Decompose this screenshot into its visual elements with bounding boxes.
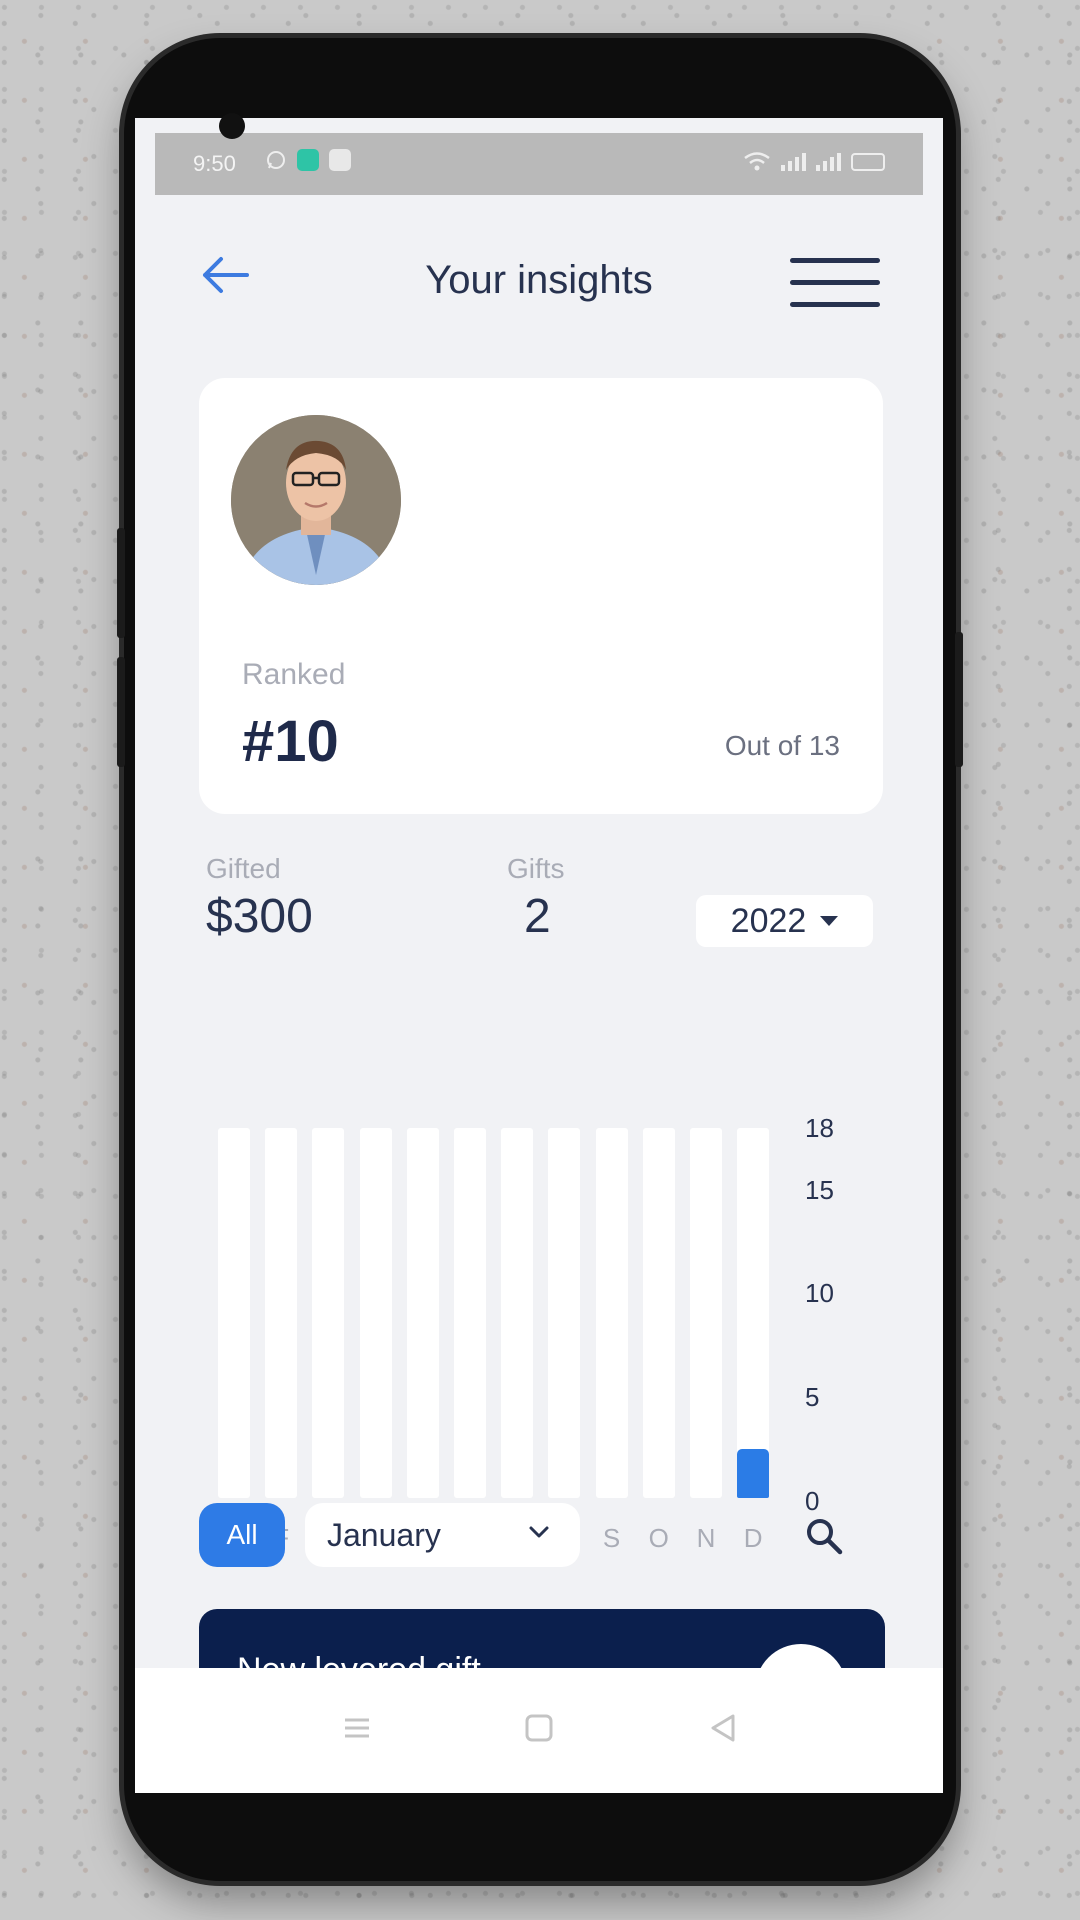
bar-track — [642, 1128, 675, 1498]
wifi-icon — [744, 152, 770, 171]
bar-track — [265, 1128, 298, 1498]
bar-track — [548, 1128, 581, 1498]
all-filter-button[interactable]: All — [199, 1503, 285, 1567]
bar-track — [359, 1128, 392, 1498]
gifted-value: $300 — [206, 890, 313, 943]
front-camera — [219, 113, 245, 139]
y-tick-label: 18 — [805, 1113, 834, 1143]
bar-track — [690, 1128, 722, 1498]
back-nav-icon[interactable] — [703, 1708, 743, 1748]
status-bar: 9:50 — [155, 133, 923, 195]
gifts-label: Gifts — [507, 853, 565, 884]
recent-apps-icon[interactable] — [337, 1708, 377, 1748]
search-icon[interactable] — [803, 1515, 845, 1557]
screen: 9:50 Your insights Ranked #10 Out of 13 … — [135, 118, 943, 1793]
month-select-label: January — [327, 1517, 441, 1553]
bar-track — [501, 1128, 534, 1498]
gifts-value: 2 — [524, 890, 551, 943]
all-filter-label: All — [226, 1519, 258, 1550]
bar-track — [218, 1128, 250, 1498]
system-nav-bar — [135, 1668, 943, 1793]
ranked-label: Ranked — [242, 658, 346, 691]
volume-down-button — [117, 657, 125, 767]
whatsapp-icon — [267, 151, 285, 169]
caret-down-icon — [820, 916, 839, 926]
chevron-down-icon — [529, 1526, 549, 1538]
y-tick-label: 10 — [805, 1278, 834, 1308]
avatar — [231, 415, 401, 585]
signal-2-icon — [816, 153, 841, 171]
y-tick-label: 15 — [805, 1175, 834, 1205]
volume-up-button — [117, 528, 125, 638]
filter-bar: All January — [135, 1503, 943, 1573]
bar-track — [312, 1128, 345, 1498]
month-select[interactable]: January — [305, 1503, 580, 1567]
signal-icon — [781, 153, 806, 171]
home-icon[interactable] — [519, 1708, 559, 1748]
bar-track — [454, 1128, 486, 1498]
year-select-label: 2022 — [730, 901, 807, 940]
hamburger-menu-icon[interactable] — [790, 258, 880, 310]
status-time: 9:50 — [193, 151, 236, 176]
monthly-gifts-chart: JFMAMJJASOND18151050 — [195, 988, 895, 1553]
bar-track — [737, 1128, 770, 1498]
bar-d[interactable] — [737, 1448, 770, 1498]
stats-row: Gifted $300 Gifts 2 2022 — [135, 853, 943, 973]
rank-value: #10 — [242, 709, 339, 774]
header: Your insights — [135, 228, 943, 328]
y-tick-label: 5 — [805, 1382, 820, 1412]
power-button — [955, 632, 963, 767]
bar-track — [595, 1128, 628, 1498]
rank-out-of: Out of 13 — [724, 730, 840, 761]
linkedin-icon — [329, 149, 351, 171]
battery-icon — [851, 153, 885, 171]
bar-track — [406, 1128, 439, 1498]
year-select[interactable]: 2022 — [696, 895, 873, 947]
chat-app-icon — [297, 149, 319, 171]
rank-card: Ranked #10 Out of 13 — [199, 378, 883, 814]
gifted-label: Gifted — [206, 853, 281, 884]
